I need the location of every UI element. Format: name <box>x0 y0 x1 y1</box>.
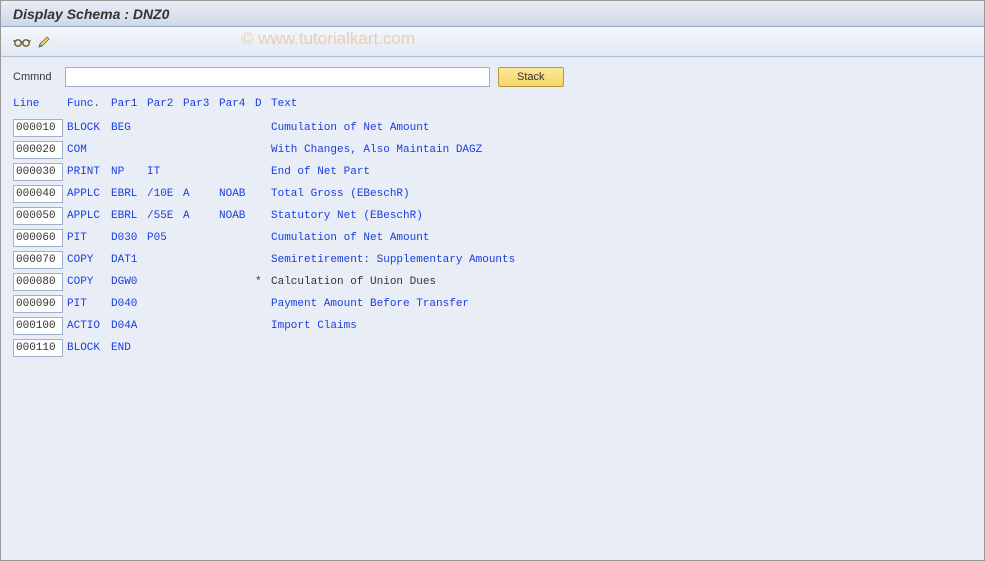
table-row: COPYDGW0 *Calculation of Union Dues <box>13 271 972 293</box>
header-par2: Par2 <box>147 98 183 110</box>
cell: P05 <box>147 232 183 244</box>
line-input[interactable] <box>13 295 63 313</box>
schema-grid: Line Func. Par1 Par2 Par3 Par4 D Text BL… <box>13 93 972 359</box>
line-input[interactable] <box>13 339 63 357</box>
line-input[interactable] <box>13 163 63 181</box>
cell: D040 <box>111 298 147 310</box>
cell: D04A <box>111 320 147 332</box>
cell: DAT1 <box>111 254 147 266</box>
cell-text: Cumulation of Net Amount <box>271 122 972 134</box>
cell: A <box>183 188 219 200</box>
table-row: PITD030P05 Cumulation of Net Amount <box>13 227 972 249</box>
table-row: APPLCEBRL/10EANOAB Total Gross (EBeschR) <box>13 183 972 205</box>
header-par3: Par3 <box>183 98 219 110</box>
cell: DGW0 <box>111 276 147 288</box>
cell-text: End of Net Part <box>271 166 972 178</box>
cell: BLOCK <box>67 342 111 354</box>
line-input[interactable] <box>13 141 63 159</box>
cell: APPLC <box>67 210 111 222</box>
header-line: Line <box>13 98 67 110</box>
toolbar: © www.tutorialkart.com <box>1 27 984 57</box>
table-row: COM With Changes, Also Maintain DAGZ <box>13 139 972 161</box>
cell: PIT <box>67 298 111 310</box>
content-area: Cmmnd Stack Line Func. Par1 Par2 Par3 Pa… <box>1 57 984 560</box>
cell: APPLC <box>67 188 111 200</box>
watermark-text: © www.tutorialkart.com <box>241 29 415 49</box>
header-func: Func. <box>67 98 111 110</box>
header-d: D <box>255 98 271 110</box>
cell: NOAB <box>219 188 255 200</box>
line-input[interactable] <box>13 119 63 137</box>
line-input[interactable] <box>13 185 63 203</box>
line-input[interactable] <box>13 251 63 269</box>
cell: NOAB <box>219 210 255 222</box>
table-row: ACTIOD04A Import Claims <box>13 315 972 337</box>
line-input[interactable] <box>13 273 63 291</box>
table-row: BLOCKEND <box>13 337 972 359</box>
cell: BLOCK <box>67 122 111 134</box>
cell: EBRL <box>111 188 147 200</box>
cell-d: * <box>255 276 271 288</box>
table-row: BLOCKBEG Cumulation of Net Amount <box>13 117 972 139</box>
cell: A <box>183 210 219 222</box>
table-row: PITD040 Payment Amount Before Transfer <box>13 293 972 315</box>
cell: EBRL <box>111 210 147 222</box>
page-title: Display Schema : DNZ0 <box>13 6 169 22</box>
pencil-icon[interactable] <box>35 33 53 51</box>
header-par1: Par1 <box>111 98 147 110</box>
command-row: Cmmnd Stack <box>13 67 972 87</box>
cell: PIT <box>67 232 111 244</box>
cell: BEG <box>111 122 147 134</box>
cell-text: Cumulation of Net Amount <box>271 232 972 244</box>
cell-text: With Changes, Also Maintain DAGZ <box>271 144 972 156</box>
header-par4: Par4 <box>219 98 255 110</box>
cell: PRINT <box>67 166 111 178</box>
line-input[interactable] <box>13 207 63 225</box>
cell-text: Payment Amount Before Transfer <box>271 298 972 310</box>
cell-text: Statutory Net (EBeschR) <box>271 210 972 222</box>
table-row: APPLCEBRL/55EANOAB Statutory Net (EBeschR… <box>13 205 972 227</box>
cell-text: Total Gross (EBeschR) <box>271 188 972 200</box>
command-label: Cmmnd <box>13 71 61 83</box>
header-text: Text <box>271 98 972 110</box>
cell: NP <box>111 166 147 178</box>
cell: D030 <box>111 232 147 244</box>
grid-header: Line Func. Par1 Par2 Par3 Par4 D Text <box>13 93 972 115</box>
command-input[interactable] <box>65 67 490 87</box>
cell: /55E <box>147 210 183 222</box>
cell: END <box>111 342 147 354</box>
cell-text: Calculation of Union Dues <box>271 276 972 288</box>
cell-text: Semiretirement: Supplementary Amounts <box>271 254 972 266</box>
cell: /10E <box>147 188 183 200</box>
stack-button[interactable]: Stack <box>498 67 564 87</box>
cell: COM <box>67 144 111 156</box>
line-input[interactable] <box>13 229 63 247</box>
cell: COPY <box>67 276 111 288</box>
title-bar: Display Schema : DNZ0 <box>1 1 984 27</box>
table-row: COPYDAT1 Semiretirement: Supplementary Am… <box>13 249 972 271</box>
cell-text: Import Claims <box>271 320 972 332</box>
cell: IT <box>147 166 183 178</box>
glasses-icon[interactable] <box>13 33 31 51</box>
table-row: PRINTNPIT End of Net Part <box>13 161 972 183</box>
cell: COPY <box>67 254 111 266</box>
cell: ACTIO <box>67 320 111 332</box>
line-input[interactable] <box>13 317 63 335</box>
